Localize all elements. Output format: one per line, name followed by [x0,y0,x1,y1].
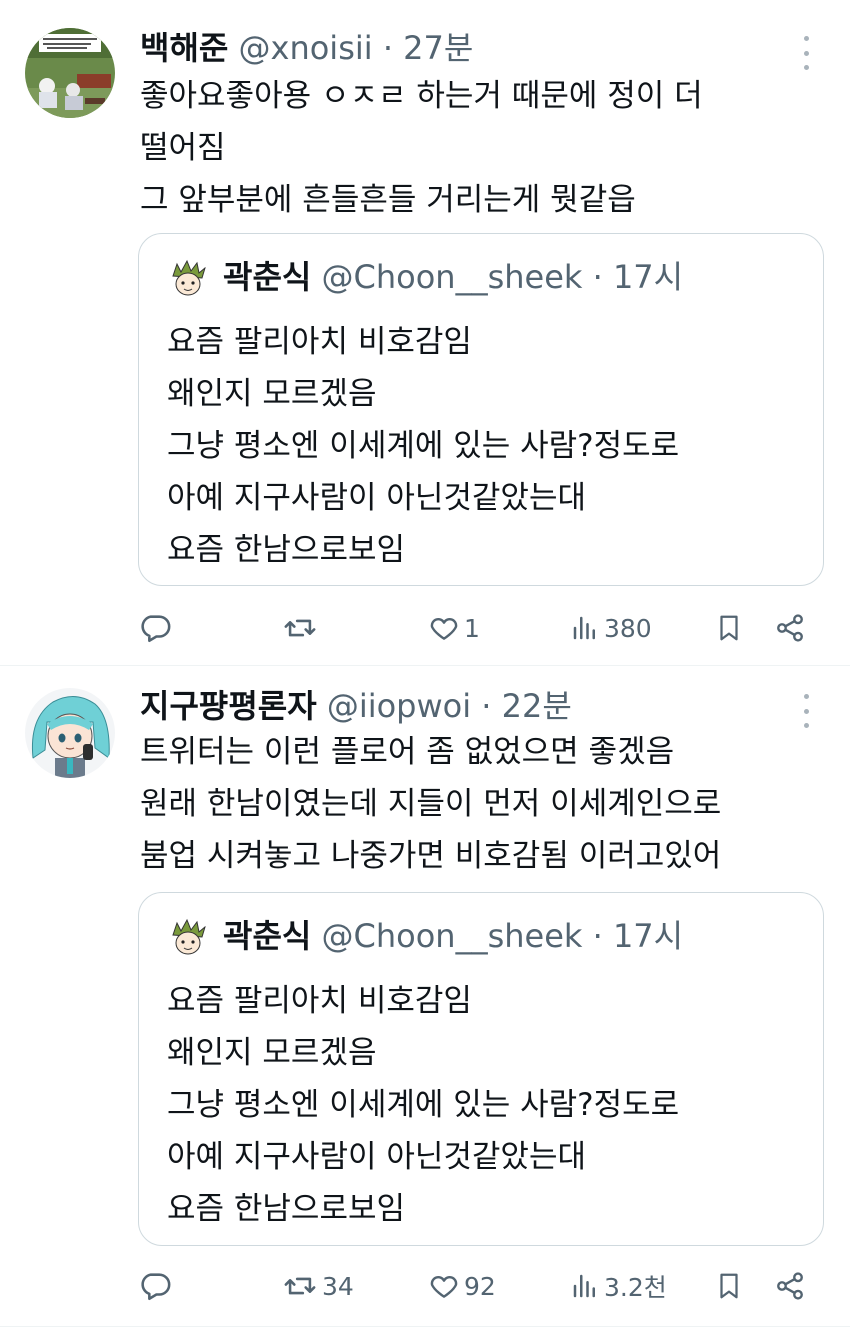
separator-dot: · [481,687,492,725]
retweet-button[interactable]: 34 [282,1264,354,1308]
tweet-header: 지구퍙평론자 @iiopwoi · 22분 [140,686,572,726]
tweet-text: 좋아요좋아용 ㅇㅈㄹ 하는거 때문에 정이 더 떨어짐 그 앞부분에 흔들흔들 … [140,70,703,226]
separator-dot: · [592,917,603,955]
like-button[interactable]: 92 [428,1264,496,1308]
bookmark-icon [720,615,738,641]
quoted-tweet[interactable]: 곽춘식 @Choon__sheek · 17시 요즘 팔리아치 비호감임 왜인지… [138,233,824,586]
retweet-button[interactable] [282,606,322,650]
action-bar: 1 380 [138,606,818,650]
quote-timestamp[interactable]: 17시 [613,258,683,296]
heart-icon [430,618,458,640]
quote-header: 곽춘식 @Choon__sheek · 17시 [223,257,683,297]
views-bar-chart-icon [573,616,595,640]
user-handle[interactable]: @xnoisii [239,29,373,67]
game-screenshot-avatar-icon [25,28,115,118]
avatar[interactable] [25,28,115,118]
quote-display-name[interactable]: 곽춘식 [223,917,311,955]
display-name[interactable]: 백해준 [140,29,228,67]
user-handle[interactable]: @iiopwoi [327,687,471,725]
quote-user-handle[interactable]: @Choon__sheek [322,258,583,296]
share-icon [777,614,803,642]
quote-display-name[interactable]: 곽춘식 [223,258,311,296]
tweet-header: 백해준 @xnoisii · 27분 [140,28,473,68]
separator-dot: · [382,29,393,67]
reply-icon [141,1273,171,1301]
quote-header: 곽춘식 @Choon__sheek · 17시 [223,916,683,956]
text-line: 그 앞부분에 흔들흔들 거리는게 뭣같읍 [140,182,636,218]
quoted-tweet[interactable]: 곽춘식 @Choon__sheek · 17시 요즘 팔리아치 비호감임 왜인지… [138,892,824,1246]
views-count: 380 [604,613,652,643]
quote-text: 요즘 팔리아치 비호감임 왜인지 모르겠음 그냥 평소엔 이세계에 있는 사람?… [167,316,679,576]
views-count: 3.2천 [604,1273,667,1302]
retweet-count: 34 [322,1271,354,1301]
sketch-character-avatar-icon [167,917,209,959]
heart-icon [430,1276,458,1298]
more-options-icon[interactable] [796,36,816,70]
tweet-divider [0,1326,850,1327]
tweet[interactable]: 백해준 @xnoisii · 27분 좋아요좋아용 ㅇㅈㄹ 하는거 때문에 정이… [0,0,850,666]
text-line: 원래 한남이였는데 지들이 먼저 이세계인으로 [140,786,722,822]
text-line: 붐업 시켜놓고 나중가면 비호감됨 이러고있어 [140,838,722,874]
tweet-text: 트위터는 이런 플로어 좀 없었으면 좋겠음 원래 한남이였는데 지들이 먼저 … [140,726,721,882]
timestamp[interactable]: 27분 [403,29,473,67]
reply-icon [141,615,171,643]
bookmark-button[interactable] [714,1264,744,1308]
text-line: 아예 지구사람이 아닌것같았는대 [167,480,586,516]
text-line: 그냥 평소엔 이세계에 있는 사람?정도로 [167,1087,680,1123]
views-button[interactable]: 3.2천 [570,1264,667,1308]
action-bar: 34 92 3.2천 [138,1264,818,1308]
quote-timestamp[interactable]: 17시 [613,917,683,955]
retweet-icon [284,619,316,637]
more-options-icon[interactable] [796,694,816,728]
text-line: 떨어짐 [140,130,226,166]
quote-text: 요즘 팔리아치 비호감임 왜인지 모르겠음 그냥 평소엔 이세계에 있는 사람?… [167,975,679,1235]
anime-character-avatar-icon [25,688,115,778]
like-count: 1 [464,613,480,643]
text-line: 좋아요좋아용 ㅇㅈㄹ 하는거 때문에 정이 더 [140,78,703,114]
views-bar-chart-icon [573,1274,595,1298]
text-line: 요즘 한남으로보임 [167,532,406,568]
like-button[interactable]: 1 [428,606,480,650]
reply-button[interactable] [138,606,176,650]
text-line: 그냥 평소엔 이세계에 있는 사람?정도로 [167,428,680,464]
quote-user-handle[interactable]: @Choon__sheek [322,917,583,955]
quote-avatar[interactable] [167,258,209,300]
text-line: 트위터는 이런 플로어 좀 없었으면 좋겠음 [140,734,675,770]
text-line: 요즘 팔리아치 비호감임 [167,983,472,1019]
bookmark-button[interactable] [714,606,744,650]
share-icon [777,1272,803,1300]
retweet-icon [284,1277,316,1295]
views-button[interactable]: 380 [570,606,652,650]
sketch-character-avatar-icon [167,258,209,300]
tweet[interactable]: 지구퍙평론자 @iiopwoi · 22분 트위터는 이런 플로어 좀 없었으면… [0,666,850,1339]
like-count: 92 [464,1271,496,1301]
share-button[interactable] [774,1264,806,1308]
timestamp[interactable]: 22분 [502,687,572,725]
quote-avatar[interactable] [167,917,209,959]
display-name[interactable]: 지구퍙평론자 [140,687,317,725]
text-line: 왜인지 모르겠음 [167,1035,377,1071]
text-line: 아예 지구사람이 아닌것같았는대 [167,1139,586,1175]
separator-dot: · [592,258,603,296]
bookmark-icon [720,1273,738,1299]
text-line: 왜인지 모르겠음 [167,376,377,412]
text-line: 요즘 한남으로보임 [167,1191,406,1227]
avatar[interactable] [25,688,115,778]
text-line: 요즘 팔리아치 비호감임 [167,324,472,360]
share-button[interactable] [774,606,806,650]
reply-button[interactable] [138,1264,176,1308]
